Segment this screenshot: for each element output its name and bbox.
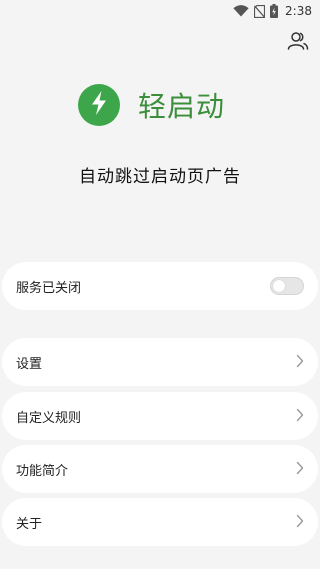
service-status-card[interactable]: 服务已关闭 [2, 262, 318, 310]
battery-charging-icon [270, 4, 279, 18]
no-sim-icon [254, 4, 266, 18]
app-name: 轻启动 [138, 90, 226, 123]
toggle-knob [273, 280, 285, 292]
lightning-icon [89, 90, 109, 120]
chevron-right-icon [296, 353, 304, 372]
chevron-right-icon [296, 407, 304, 426]
chevron-right-icon [296, 460, 304, 479]
brand: 轻启动 [78, 84, 225, 126]
users-icon [286, 31, 310, 55]
menu-item-custom-rules[interactable]: 自定义规则 [2, 392, 318, 440]
menu-item-label: 设置 [16, 356, 43, 372]
service-status-label: 服务已关闭 [16, 280, 82, 296]
menu-item-label: 自定义规则 [16, 410, 82, 426]
menu-item-label: 功能简介 [16, 463, 69, 479]
app-tagline: 自动跳过启动页广告 [79, 167, 241, 187]
status-time: 2:38 [285, 4, 312, 18]
menu-item-about[interactable]: 关于 [2, 498, 318, 546]
service-toggle-switch[interactable] [270, 277, 304, 295]
menu-item-feature-intro[interactable]: 功能简介 [2, 445, 318, 493]
app-logo [78, 84, 120, 126]
menu-item-settings[interactable]: 设置 [2, 338, 318, 386]
chevron-right-icon [296, 513, 304, 532]
menu-item-label: 关于 [16, 516, 43, 532]
wifi-icon [233, 5, 249, 17]
status-bar: 2:38 [0, 0, 320, 22]
users-button[interactable] [286, 32, 310, 54]
